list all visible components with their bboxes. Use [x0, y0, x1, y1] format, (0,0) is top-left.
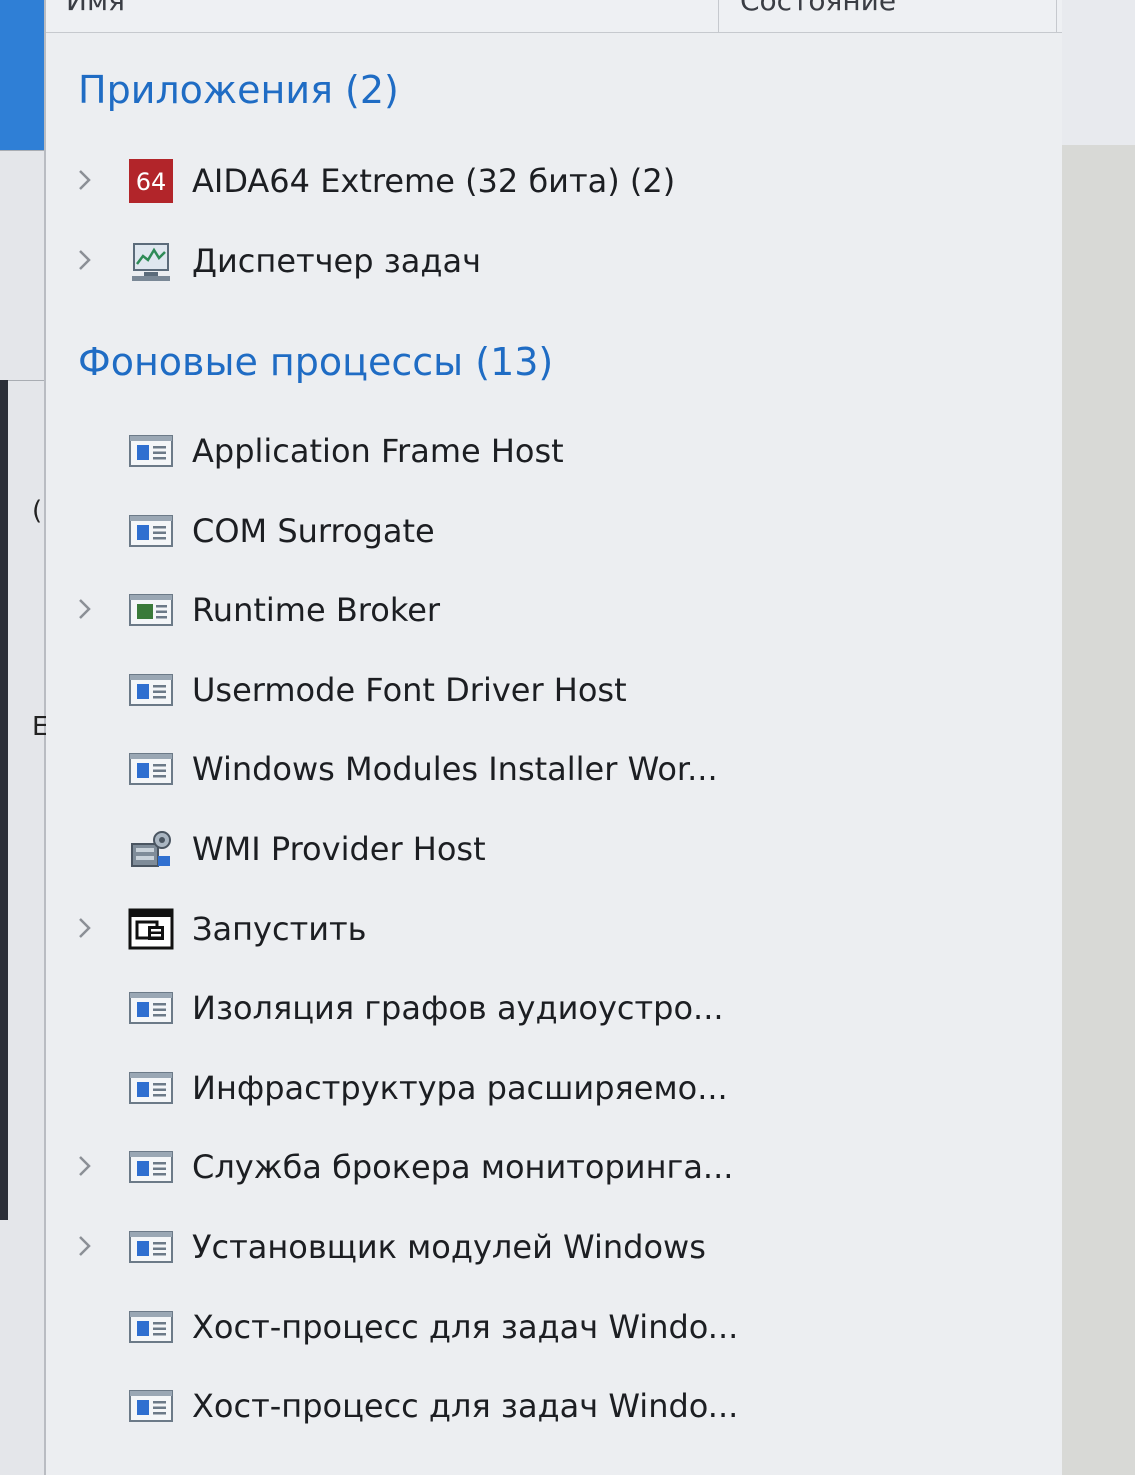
process-name: Диспетчер задач [192, 242, 481, 280]
window-process-icon [128, 1383, 174, 1429]
process-name: Usermode Font Driver Host [192, 671, 627, 709]
group-title-apps: Приложения (2) [78, 68, 399, 112]
column-header-name[interactable]: Имя [66, 0, 125, 17]
window-process-icon [128, 1224, 174, 1270]
chevron-right-icon[interactable] [76, 1151, 94, 1181]
process-name: WMI Provider Host [192, 830, 486, 868]
process-name: Runtime Broker [192, 591, 441, 629]
process-name: Хост-процесс для задач Windo... [192, 1308, 739, 1346]
process-row[interactable]: COM Surrogate [46, 493, 1062, 571]
process-row[interactable]: Windows Modules Installer Wor... [46, 731, 1062, 809]
process-row[interactable]: WMI Provider Host [46, 811, 1062, 889]
window-process-icon [128, 1144, 174, 1190]
process-name: COM Surrogate [192, 512, 435, 550]
chevron-right-icon[interactable] [76, 594, 94, 624]
process-row[interactable]: Хост-процесс для задач Windo... [46, 1368, 1062, 1446]
column-header-row: Имя Состояние [46, 0, 1062, 33]
chevron-right-icon[interactable] [76, 1231, 94, 1261]
process-row[interactable]: Изоляция графов аудиоустро... [46, 970, 1062, 1048]
runtime-broker-icon [128, 587, 174, 633]
process-name: Хост-процесс для задач Windo... [192, 1387, 739, 1425]
process-name: Служба брокера мониторинга... [192, 1148, 734, 1186]
window-process-icon [128, 1065, 174, 1111]
process-row[interactable]: Application Frame Host [46, 413, 1062, 491]
process-list-panel: Имя Состояние Приложения (2) 64 AIDA64 E… [46, 0, 1062, 1475]
group-title-background: Фоновые процессы (13) [78, 340, 554, 384]
window-process-icon [128, 985, 174, 1031]
process-row[interactable]: Служба брокера мониторинга... [46, 1129, 1062, 1207]
background-window-strip: ( E [0, 0, 48, 1475]
process-row[interactable]: Диспетчер задач [46, 223, 1062, 301]
wmi-provider-icon [128, 826, 174, 872]
aida64-icon: 64 [128, 158, 174, 204]
column-header-status[interactable]: Состояние [740, 0, 896, 17]
window-process-icon [128, 746, 174, 792]
process-name: Запустить [192, 910, 367, 948]
process-name: AIDA64 Extreme (32 бита) (2) [192, 162, 676, 200]
window-process-icon [128, 1304, 174, 1350]
process-name: Установщик модулей Windows [192, 1228, 706, 1266]
process-row[interactable]: Usermode Font Driver Host [46, 652, 1062, 730]
process-row[interactable]: Запустить [46, 891, 1062, 969]
divider [0, 150, 44, 151]
process-row[interactable]: Инфраструктура расширяемо... [46, 1050, 1062, 1128]
window-process-icon [128, 428, 174, 474]
process-name: Application Frame Host [192, 432, 564, 470]
background-window-edge [0, 380, 8, 1220]
window-outer-edge [1062, 0, 1135, 1475]
window-outer-edge-top [1062, 0, 1135, 145]
window-process-icon [128, 667, 174, 713]
column-divider[interactable] [1056, 0, 1057, 32]
process-row[interactable]: 64 AIDA64 Extreme (32 бита) (2) [46, 143, 1062, 221]
chevron-right-icon[interactable] [76, 245, 94, 275]
process-row[interactable]: Хост-процесс для задач Windo... [46, 1289, 1062, 1367]
sidebar-text-fragment: ( [32, 496, 43, 526]
task-manager-icon [128, 238, 174, 284]
chevron-right-icon[interactable] [76, 165, 94, 195]
column-divider[interactable] [718, 0, 719, 32]
process-name: Инфраструктура расширяемо... [192, 1069, 728, 1107]
svg-text:64: 64 [136, 168, 167, 196]
process-row[interactable]: Runtime Broker [46, 572, 1062, 650]
run-dialog-icon [128, 906, 174, 952]
process-name: Изоляция графов аудиоустро... [192, 989, 724, 1027]
background-window-accent [0, 0, 44, 150]
process-row[interactable]: Установщик модулей Windows [46, 1209, 1062, 1287]
window-process-icon [128, 508, 174, 554]
chevron-right-icon[interactable] [76, 913, 94, 943]
process-name: Windows Modules Installer Wor... [192, 750, 718, 788]
